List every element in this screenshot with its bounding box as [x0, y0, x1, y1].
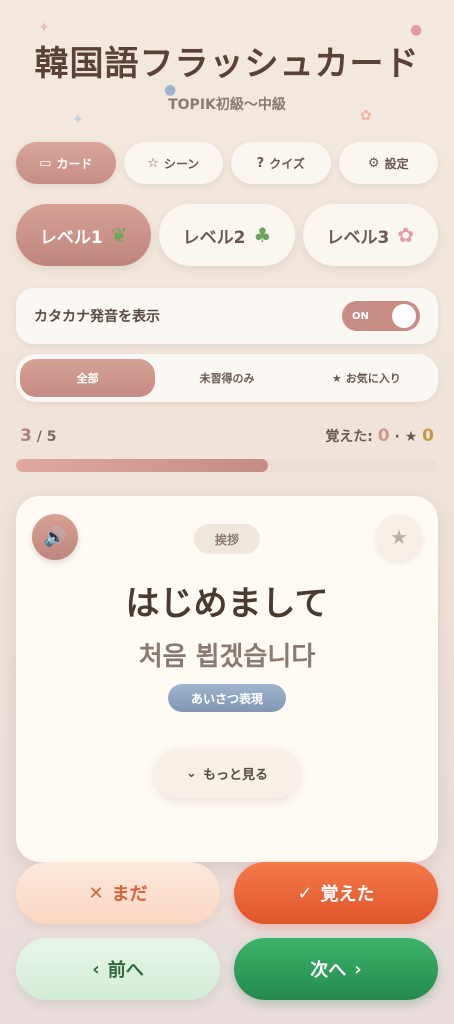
- question-circle-icon: ?: [256, 155, 265, 171]
- level-1-button[interactable]: レベル1 ❦: [16, 204, 152, 266]
- tab-scene-label: シーン: [163, 156, 200, 171]
- filter-favorites[interactable]: ★ お気に入り: [299, 359, 434, 397]
- filter-favorites-label: お気に入り: [345, 372, 401, 385]
- tab-card-label: カード: [56, 156, 93, 171]
- learned-button-label: 覚えた: [320, 884, 375, 905]
- star-icon: ★: [390, 525, 408, 549]
- phrase-type-tag: あいさつ表現: [168, 684, 286, 712]
- katakana-setting: カタカナ発音を表示 ON: [16, 288, 438, 344]
- filter-unlearned-label: 未習得のみ: [199, 372, 255, 385]
- progress-current: 3: [20, 426, 32, 446]
- level-3-label: レベル3: [326, 227, 390, 248]
- not-yet-label: まだ: [111, 884, 148, 905]
- card-filter: 全部 未習得のみ ★ お気に入り: [16, 354, 438, 402]
- progress-total: / 5: [36, 429, 57, 445]
- progress-bar: [16, 459, 436, 472]
- star-icon: ★: [331, 371, 342, 385]
- level-2-button[interactable]: レベル2 ♣: [159, 204, 295, 266]
- sparkle-decoration: ✦: [72, 112, 84, 128]
- gear-icon: ⚙: [367, 155, 380, 171]
- toggle-state: ON: [352, 310, 369, 322]
- main-tabs: ▭ カード ☆ シーン ? クイズ ⚙ 設定: [16, 142, 438, 184]
- learned-button[interactable]: ✓ 覚えた: [234, 862, 438, 924]
- favorite-button[interactable]: ★: [376, 514, 422, 560]
- previous-label: 前へ: [107, 960, 144, 981]
- level-1-label: レベル1: [39, 227, 103, 248]
- speaker-icon: 🔊: [43, 526, 67, 548]
- progress-counter: 3 / 5: [20, 426, 56, 446]
- seedling-icon: ♣: [253, 223, 272, 247]
- app-subtitle: TOPIK初級〜中級: [168, 97, 286, 113]
- level-2-label: レベル2: [182, 227, 246, 248]
- katakana-toggle[interactable]: ON: [342, 301, 420, 331]
- chevron-right-icon: ›: [354, 958, 362, 980]
- next-button[interactable]: 次へ ›: [234, 938, 438, 1000]
- previous-button[interactable]: ‹ 前へ: [16, 938, 220, 1000]
- progress-bar-fill: [16, 459, 268, 472]
- learning-stats: 覚えた: 0 · ★ 0: [325, 426, 434, 446]
- sprout-icon: ❦: [110, 223, 128, 247]
- chevron-left-icon: ‹: [92, 958, 100, 980]
- star-outline-icon: ☆: [147, 155, 159, 171]
- star-icon: ★: [404, 429, 418, 445]
- not-yet-button[interactable]: ✕ まだ: [16, 862, 220, 924]
- category-badge: 挨拶: [194, 524, 260, 554]
- korean-phrase: 처음 뵙겠습니다: [138, 642, 316, 672]
- app-title: 韓国語フラッシュカード: [34, 44, 420, 84]
- show-more-label: もっと見る: [202, 767, 268, 783]
- show-more-button[interactable]: ⌄ もっと見る: [154, 748, 300, 798]
- level-selector: レベル1 ❦ レベル2 ♣ レベル3 ✿: [16, 204, 438, 266]
- toggle-knob: [392, 304, 416, 328]
- favorite-count: 0: [422, 426, 434, 446]
- learned-label: 覚えた:: [325, 429, 373, 445]
- flashcard[interactable]: 🔊 挨拶 ★ はじめまして 처음 뵙겠습니다 あいさつ表現 ⌄ もっと見る: [16, 496, 438, 862]
- next-label: 次へ: [310, 960, 347, 981]
- speaker-button[interactable]: 🔊: [32, 514, 78, 560]
- learned-count: 0: [377, 426, 390, 446]
- tab-settings[interactable]: ⚙ 設定: [338, 142, 438, 184]
- sparkle-decoration: ✦: [38, 20, 50, 36]
- tab-card[interactable]: ▭ カード: [16, 142, 116, 184]
- filter-all-label: 全部: [76, 372, 99, 385]
- stats-separator: ·: [394, 429, 400, 445]
- katakana-label: カタカナ発音を表示: [34, 309, 160, 325]
- japanese-phrase: はじめまして: [125, 584, 329, 624]
- filter-all[interactable]: 全部: [20, 359, 156, 397]
- card-icon: ▭: [39, 155, 52, 171]
- flowers-icon: ✿: [397, 223, 415, 247]
- tab-settings-label: 設定: [384, 156, 409, 171]
- tab-quiz[interactable]: ? クイズ: [231, 142, 331, 184]
- check-icon: ✓: [297, 882, 313, 904]
- cross-icon: ✕: [88, 882, 104, 904]
- tab-scene[interactable]: ☆ シーン: [123, 142, 223, 184]
- level-3-button[interactable]: レベル3 ✿: [302, 204, 438, 266]
- filter-unlearned[interactable]: 未習得のみ: [159, 359, 294, 397]
- tab-quiz-label: クイズ: [269, 156, 305, 171]
- chevron-down-icon: ⌄: [186, 765, 197, 781]
